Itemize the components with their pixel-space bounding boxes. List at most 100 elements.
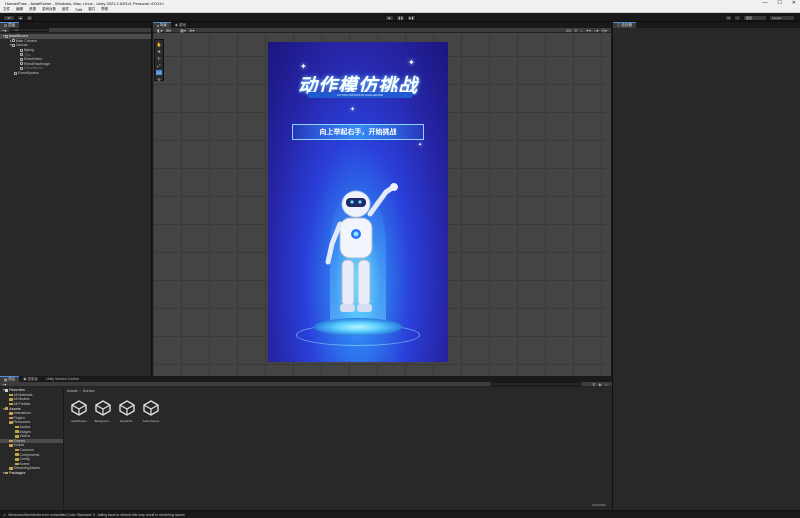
status-message[interactable]: WindowsVideoMedia error unhandled Color … bbox=[8, 513, 185, 517]
sparkle-icon: ✦ bbox=[418, 142, 423, 148]
menu-window[interactable]: 窗口 bbox=[88, 7, 95, 12]
menu-assets[interactable]: 资源 bbox=[29, 7, 36, 12]
breadcrumb-assets[interactable]: Assets bbox=[67, 389, 78, 393]
effects-icon[interactable]: ✦▾ bbox=[586, 28, 591, 33]
maximize-icon[interactable]: ☐ bbox=[777, 0, 781, 6]
gizmo-pivot-icon[interactable]: ⊞▾ bbox=[166, 28, 171, 33]
gameobject-icon bbox=[20, 53, 23, 57]
cloud-button[interactable]: ☁ bbox=[17, 14, 24, 21]
menu-component[interactable]: 组件 bbox=[62, 7, 69, 12]
breadcrumb-scenes[interactable]: Scenes bbox=[83, 389, 95, 393]
pause-button[interactable]: ❚❚ bbox=[396, 14, 405, 21]
search-button[interactable]: ⌕ bbox=[734, 14, 741, 21]
lighting-icon[interactable]: ☀ bbox=[574, 28, 578, 33]
unity-scene-icon bbox=[143, 400, 159, 416]
hierarchy-item-label: CloseButton bbox=[24, 66, 44, 71]
tab-console[interactable]: ▣ 控制台 bbox=[19, 376, 42, 382]
unity-scene-icon bbox=[71, 400, 87, 416]
account-icon: ●▾ bbox=[7, 15, 11, 20]
folder-icon bbox=[9, 444, 13, 447]
project-tree-label: Scenes bbox=[13, 438, 26, 443]
cloud-icon: ☁ bbox=[19, 15, 22, 20]
play-button[interactable]: ▶ bbox=[385, 14, 394, 21]
gameobject-icon bbox=[11, 39, 15, 43]
audio-icon[interactable]: ♪ bbox=[581, 28, 583, 33]
menu-tobii[interactable]: Tobii bbox=[75, 8, 82, 12]
search-icon: ⌕ bbox=[736, 15, 739, 20]
project-tree-label: Components bbox=[19, 452, 40, 457]
hand-tool-icon[interactable]: ✋ bbox=[157, 42, 162, 47]
hierarchy-search-input[interactable]: ⌕ All bbox=[9, 28, 50, 32]
inspector-tab-label: 检查器 bbox=[621, 23, 632, 27]
hierarchy-search-placeholder: All bbox=[14, 28, 19, 32]
filter-icon[interactable]: ⚲ bbox=[592, 382, 595, 387]
folder-icon bbox=[15, 448, 19, 452]
history-icon: ↺ bbox=[727, 15, 730, 20]
menu-help[interactable]: 帮助 bbox=[101, 7, 108, 12]
asset-scene[interactable]: GameScene bbox=[140, 400, 162, 423]
hierarchy-panel: ☰ 层级 +▾ ⌕ All ▾ AwaitScene ▸ Main Camera ▾… bbox=[0, 22, 152, 376]
minimize-icon[interactable]: — bbox=[762, 0, 767, 6]
increment-snap-icon[interactable]: ⊕▾ bbox=[189, 28, 194, 33]
move-tool-icon[interactable]: ✥ bbox=[157, 49, 160, 54]
gameobject-icon bbox=[11, 43, 15, 47]
gameobject-icon bbox=[20, 62, 23, 66]
layers-dropdown[interactable]: 图层 bbox=[743, 14, 767, 21]
project-tree-label: Config bbox=[19, 457, 30, 462]
gizmos-icon[interactable]: ◎▾ bbox=[602, 28, 608, 33]
sparkle-icon: ✦ bbox=[408, 58, 415, 67]
step-button[interactable]: ▶❚ bbox=[407, 14, 416, 21]
add-icon[interactable]: +▾ bbox=[2, 28, 6, 33]
project-tree-label: Favorites bbox=[9, 388, 25, 393]
menu-file[interactable]: 文件 bbox=[3, 7, 10, 12]
rect-tool-icon[interactable]: ▭ bbox=[156, 70, 162, 75]
account-button[interactable]: ●▾ bbox=[3, 14, 15, 21]
sparkle-icon: ✦ bbox=[300, 62, 307, 71]
star-icon[interactable]: ☆ bbox=[604, 382, 608, 387]
project-tree-label: Videos bbox=[19, 434, 31, 439]
scale-tool-icon[interactable]: ⤢ bbox=[157, 63, 160, 68]
tab-version-control[interactable]: Unity Version Control bbox=[42, 376, 83, 382]
icon-size-slider[interactable] bbox=[592, 504, 606, 506]
hierarchy-item-label: RobotVideo bbox=[24, 57, 43, 62]
asset-scene[interactable]: AwaitScene bbox=[68, 400, 90, 423]
history-button[interactable]: ↺ bbox=[725, 14, 732, 21]
add-icon[interactable]: +▾ bbox=[2, 382, 6, 387]
rotate-tool-icon[interactable]: ↻ bbox=[157, 56, 160, 61]
asset-scene[interactable]: InteractS... bbox=[116, 400, 138, 423]
transform-tool-icon[interactable]: ⊕ bbox=[157, 77, 160, 82]
folder-icon bbox=[9, 393, 13, 397]
layout-dropdown[interactable]: Layout bbox=[769, 14, 795, 21]
collab-button[interactable]: ◎ bbox=[26, 14, 33, 21]
project-tree-label: Common bbox=[19, 448, 34, 453]
project-tree-item[interactable]: ▾ Packages bbox=[0, 471, 63, 476]
gameobject-icon bbox=[20, 48, 23, 52]
folder-icon bbox=[15, 434, 19, 438]
folder-icon bbox=[15, 457, 19, 461]
project-toolbar: +▾ ⚲ ◈ ☆ bbox=[0, 382, 612, 387]
project-tree-label: Images bbox=[19, 429, 31, 434]
asset-scene[interactable]: Backgroun... bbox=[92, 400, 114, 423]
menu-gameobject[interactable]: 游戏对象 bbox=[42, 7, 56, 12]
grid-snap-icon[interactable]: ▦▾ bbox=[180, 28, 186, 33]
folder-icon bbox=[9, 439, 13, 443]
layers-label: 图层 bbox=[746, 15, 753, 20]
label-icon[interactable]: ◈ bbox=[598, 382, 601, 387]
menu-edit[interactable]: 编辑 bbox=[16, 7, 23, 12]
project-panel: ▤ 项目 ▣ 控制台 Unity Version Control +▾ ⚲ ◈ … bbox=[0, 376, 612, 510]
hierarchy-item-label: AwaitScene bbox=[8, 34, 29, 39]
draw-mode-icon[interactable]: ◧▾ bbox=[157, 28, 163, 33]
project-search-input[interactable] bbox=[491, 382, 582, 386]
tab-inspector[interactable]: ⓘ 检查器 bbox=[613, 22, 636, 28]
close-icon[interactable]: ✕ bbox=[792, 0, 796, 6]
hierarchy-item-label: Main Camera bbox=[15, 38, 37, 43]
2d-toggle-icon[interactable]: 2D bbox=[566, 28, 571, 33]
hierarchy-item-label: EventSystem bbox=[18, 71, 39, 76]
status-bar: ⚠ WindowsVideoMedia error unhandled Colo… bbox=[0, 510, 800, 518]
hierarchy-item-eventsystem[interactable]: EventSystem bbox=[0, 71, 151, 76]
game-canvas-image: ✦ ✦ ✦ ✦ 动作模仿挑战 ACTION IMITATION CHALLENG… bbox=[268, 42, 448, 362]
gameobject-icon bbox=[20, 66, 23, 70]
camera-icon[interactable]: ⌂▾ bbox=[594, 28, 598, 33]
inspector-panel: ⓘ 检查器 bbox=[612, 22, 800, 510]
game-instruction-banner: 向上举起右手，开始挑战 bbox=[292, 124, 424, 140]
